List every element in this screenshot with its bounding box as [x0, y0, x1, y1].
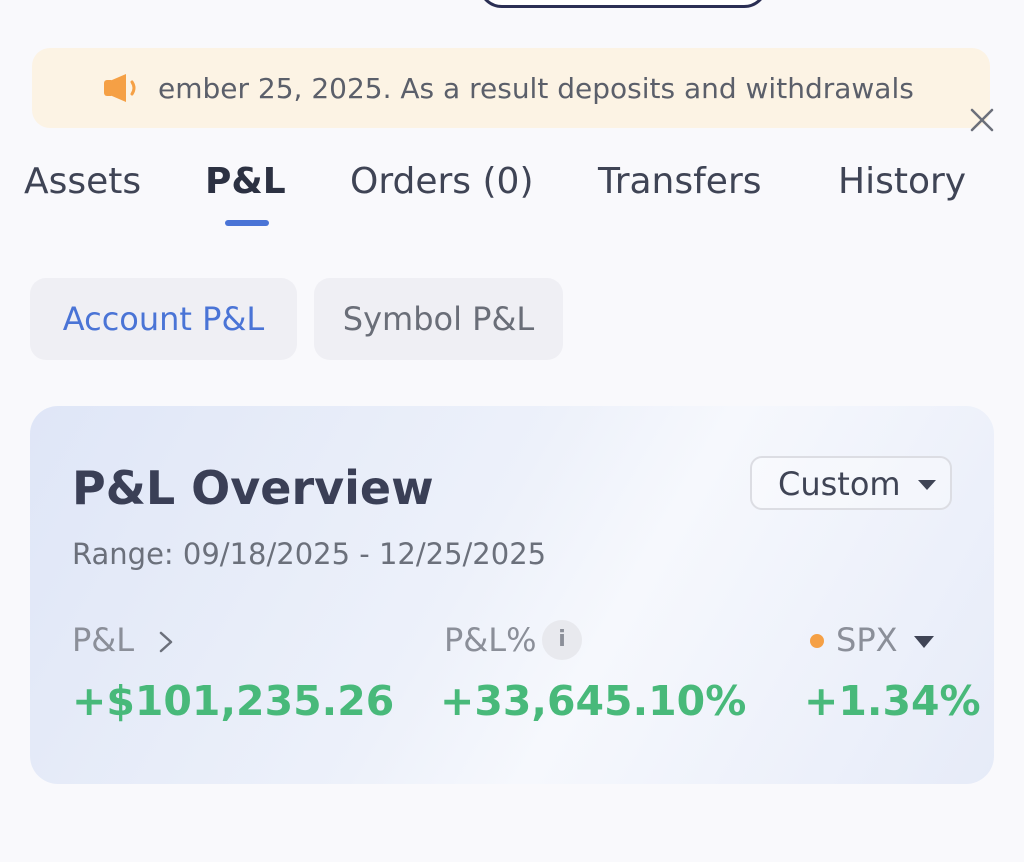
pnl-label[interactable]: P&L: [72, 620, 134, 660]
account-pnl-button[interactable]: Account P&L: [30, 278, 297, 360]
pnl-value: +$101,235.26: [72, 677, 395, 725]
banner-message: ember 25, 2025. As a result deposits and…: [158, 72, 914, 105]
close-icon[interactable]: [966, 104, 998, 136]
speaker-icon: [104, 74, 136, 102]
top-button-partial[interactable]: [478, 0, 768, 8]
benchmark-dot: [810, 634, 824, 648]
info-icon[interactable]: i: [542, 620, 582, 660]
pnl-percent-label: P&L%: [444, 621, 537, 659]
tab-bar: Assets P&L Orders (0) Transfers History: [0, 150, 1024, 230]
tab-orders[interactable]: Orders (0): [350, 160, 534, 204]
tab-pnl[interactable]: P&L: [205, 160, 286, 204]
benchmark-value: +1.34%: [804, 677, 981, 725]
tab-assets[interactable]: Assets: [24, 160, 141, 204]
benchmark-label[interactable]: SPX: [836, 620, 898, 660]
tab-history[interactable]: History: [838, 160, 966, 204]
tab-transfers[interactable]: Transfers: [598, 160, 762, 204]
card-title: P&L Overview: [72, 461, 434, 515]
pnl-percent-value: +33,645.10%: [440, 677, 747, 725]
range-dropdown-label: Custom: [778, 465, 901, 503]
pnl-overview-card: P&L Overview Custom Range: 09/18/2025 - …: [30, 406, 994, 784]
range-dropdown[interactable]: Custom: [750, 456, 952, 510]
caret-down-icon: [918, 480, 936, 490]
caret-down-icon[interactable]: [914, 636, 934, 648]
symbol-pnl-button[interactable]: Symbol P&L: [314, 278, 563, 360]
active-tab-indicator: [225, 220, 269, 226]
range-text: Range: 09/18/2025 - 12/25/2025: [72, 537, 547, 571]
chevron-right-icon[interactable]: [158, 630, 174, 654]
announcement-banner: ember 25, 2025. As a result deposits and…: [32, 48, 994, 132]
